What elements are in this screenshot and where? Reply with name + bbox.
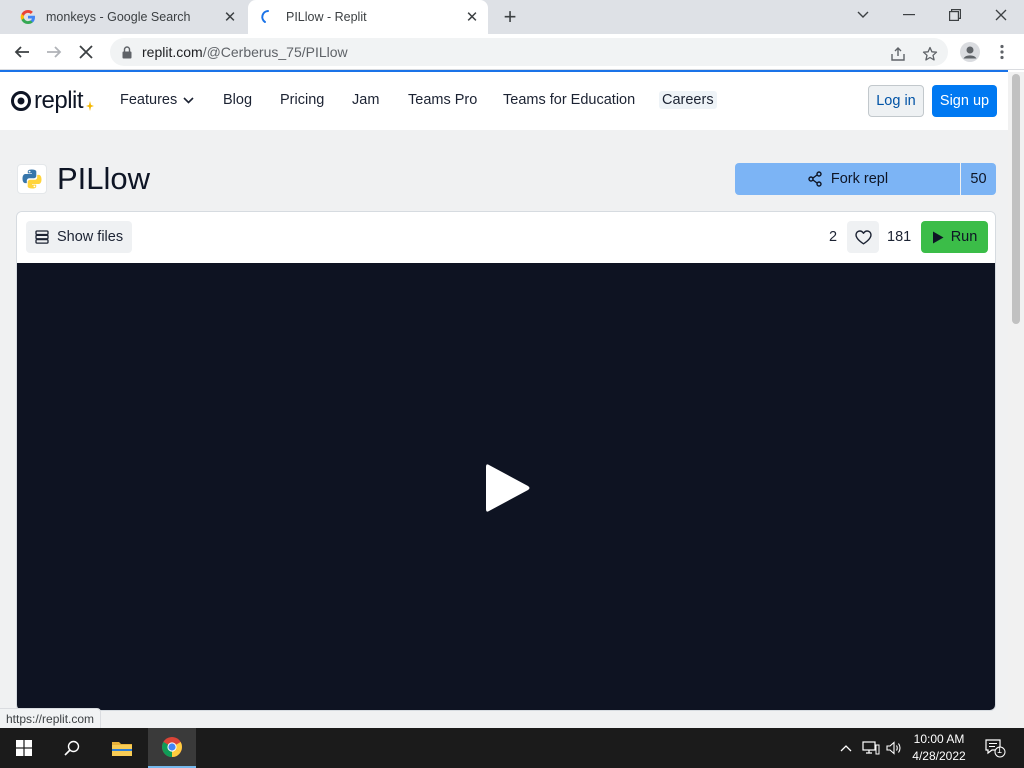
restore-icon[interactable] <box>932 0 978 30</box>
lock-icon[interactable] <box>120 45 134 59</box>
files-icon <box>35 230 49 244</box>
nav-jam[interactable]: Jam <box>352 92 379 108</box>
python-icon <box>17 164 47 194</box>
heart-icon <box>854 229 872 244</box>
sparkle-icon <box>86 101 95 111</box>
nav-careers[interactable]: Careers <box>659 91 717 109</box>
google-icon <box>20 9 36 25</box>
close-window-icon[interactable] <box>978 0 1024 30</box>
clock-date: 4/28/2022 <box>912 749 966 763</box>
nav-features[interactable]: Features <box>120 92 194 108</box>
run-label: Run <box>950 229 978 245</box>
large-play-icon[interactable] <box>485 463 531 513</box>
repl-action-bar: Show files 2 181 Run <box>17 212 995 263</box>
repl-output-canvas[interactable] <box>17 263 995 710</box>
tab-title: PILlow - Replit <box>286 10 367 24</box>
url-text: replit.com/@Cerberus_75/PILlow <box>142 44 348 60</box>
address-bar[interactable]: replit.com/@Cerberus_75/PILlow <box>110 38 948 66</box>
forward-icon[interactable] <box>40 38 68 66</box>
run-button[interactable]: Run <box>921 221 988 253</box>
close-tab-icon[interactable]: ✕ <box>462 7 482 27</box>
login-button[interactable]: Log in <box>868 85 924 117</box>
file-explorer-icon[interactable] <box>98 728 146 768</box>
fork-icon <box>807 171 823 187</box>
link-status-url: https://replit.com <box>0 708 102 728</box>
share-icon[interactable] <box>888 44 908 64</box>
windows-taskbar: 10:00 AM 4/28/2022 1 <box>0 728 1024 768</box>
clock-time: 10:00 AM <box>913 732 965 746</box>
likes-count: 181 <box>887 229 912 245</box>
close-tab-icon[interactable]: ✕ <box>220 7 240 27</box>
nav-features-label: Features <box>120 92 178 108</box>
fork-label: Fork repl <box>830 171 889 187</box>
profile-avatar-icon[interactable] <box>958 40 982 64</box>
nav-pricing[interactable]: Pricing <box>280 92 324 108</box>
replit-logo[interactable]: replit <box>10 87 95 114</box>
replit-logo-icon <box>11 91 31 111</box>
stop-loading-icon[interactable] <box>72 38 100 66</box>
show-files-button[interactable]: Show files <box>26 221 132 253</box>
play-icon <box>932 231 944 244</box>
fork-count[interactable]: 50 <box>961 163 996 195</box>
browser-tab-strip: monkeys - Google Search ✕ PILlow - Repli… <box>0 0 1024 34</box>
browser-menu-icon[interactable] <box>990 40 1014 64</box>
loading-spinner-icon <box>260 9 276 25</box>
windows-start-icon[interactable] <box>0 728 48 768</box>
repl-title: PILlow <box>57 161 151 196</box>
tray-expand-chevron-icon[interactable] <box>836 728 856 768</box>
scrollbar-thumb[interactable] <box>1012 74 1020 324</box>
nav-teams-education[interactable]: Teams for Education <box>503 92 635 108</box>
browser-toolbar: replit.com/@Cerberus_75/PILlow <box>0 34 1024 70</box>
new-tab-button[interactable]: + <box>498 4 522 29</box>
back-icon[interactable] <box>8 38 36 66</box>
chevron-down-icon <box>183 96 194 104</box>
url-host: replit.com <box>142 44 203 60</box>
tab-pillow-replit[interactable]: PILlow - Replit ✕ <box>248 0 488 34</box>
show-files-label: Show files <box>57 229 124 245</box>
tab-search-chevron-icon[interactable] <box>840 0 886 30</box>
volume-icon[interactable] <box>884 728 906 768</box>
nav-teams-pro[interactable]: Teams Pro <box>408 92 477 108</box>
bookmark-star-icon[interactable] <box>920 44 940 64</box>
like-button[interactable] <box>847 221 879 253</box>
repl-header: PILlow <box>17 161 151 196</box>
network-icon[interactable] <box>860 728 882 768</box>
page-scrollbar[interactable] <box>1008 72 1024 728</box>
tab-google-search[interactable]: monkeys - Google Search ✕ <box>8 0 246 34</box>
taskbar-search-icon[interactable] <box>48 728 96 768</box>
action-center-icon[interactable]: 1 <box>980 728 1010 768</box>
chrome-taskbar-icon[interactable] <box>148 728 196 768</box>
minimize-icon[interactable] <box>886 0 932 30</box>
comments-count: 2 <box>829 229 838 245</box>
taskbar-clock[interactable]: 10:00 AM 4/28/2022 <box>904 731 974 765</box>
replit-page: replit Features Blog Pricing Jam Teams P… <box>0 72 1008 728</box>
logo-wordmark: replit <box>34 87 84 114</box>
notification-count: 1 <box>997 745 1003 755</box>
site-header: replit Features Blog Pricing Jam Teams P… <box>0 72 1008 130</box>
nav-blog[interactable]: Blog <box>223 92 252 108</box>
fork-repl-button[interactable]: Fork repl <box>735 163 960 195</box>
repl-cover-panel: Show files 2 181 Run <box>16 211 996 711</box>
tab-title: monkeys - Google Search <box>46 10 191 24</box>
signup-button[interactable]: Sign up <box>932 85 997 117</box>
url-path: /@Cerberus_75/PILlow <box>202 44 348 60</box>
